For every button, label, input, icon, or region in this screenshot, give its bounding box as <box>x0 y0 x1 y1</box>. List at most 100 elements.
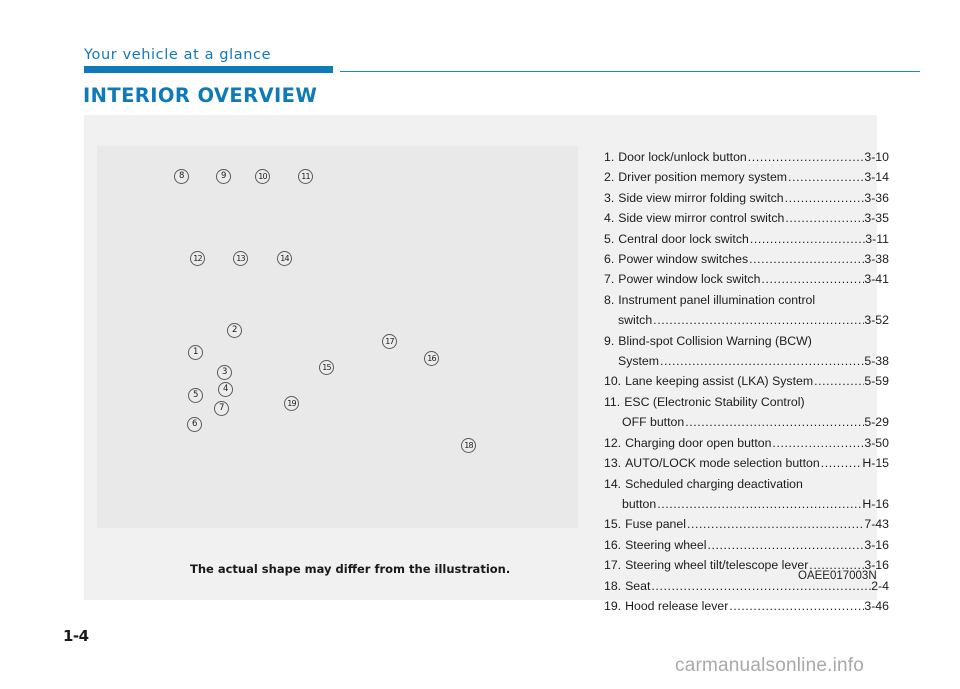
legend-item-page: 5-29 <box>864 415 889 430</box>
legend-item-number: 6. <box>604 252 615 267</box>
legend-item-11-a: 11. ESC (Electronic Stability Control) <box>604 392 889 412</box>
legend-item-page: H-15 <box>862 456 889 471</box>
legend-leader-dots: ........................................… <box>772 435 864 450</box>
legend-item-label: button <box>622 496 657 511</box>
legend-item-2: 2. Driver position memory system ........… <box>604 167 889 187</box>
legend-item-page: 3-50 <box>864 435 889 450</box>
callout-5: 5 <box>188 388 203 403</box>
legend-leader-dots: ........................................… <box>749 231 865 246</box>
header-accent-bar <box>84 66 333 73</box>
legend-leader-dots: ........................................… <box>707 537 865 552</box>
legend-item-page: 3-52 <box>864 313 889 328</box>
legend-item-page: 3-16 <box>864 537 889 552</box>
legend-item-label: Steering wheel <box>625 537 707 552</box>
legend-item-number: 15. <box>604 517 622 532</box>
legend-leader-dots: ........................................… <box>685 415 865 430</box>
legend-item-number: 5. <box>604 231 615 246</box>
callout-15: 15 <box>319 360 334 375</box>
legend-leader-dots: ........................................… <box>749 252 864 267</box>
legend-item-label: Lane keeping assist (LKA) System <box>625 374 814 389</box>
legend-leader-dots: ........................................… <box>657 496 863 511</box>
callout-2: 2 <box>227 323 242 338</box>
legend-item-label: Seat <box>625 578 651 593</box>
legend-item-label: Fuse panel <box>625 517 686 532</box>
site-watermark: carmanualsonline.info <box>675 655 865 676</box>
legend-item-14-a: 14. Scheduled charging deactivation <box>604 474 889 494</box>
callout-3: 3 <box>217 365 232 380</box>
legend-leader-dots: ........................................… <box>785 211 864 226</box>
legend-item-label: Power window switches <box>618 252 749 267</box>
legend-item-15: 15. Fuse panel ..........................… <box>604 514 889 534</box>
callout-16: 16 <box>424 351 439 366</box>
interior-illustration: 8 9 10 11 12 13 14 2 17 1 16 15 3 4 5 7 19 6 18 <box>97 146 578 528</box>
legend-item-12: 12. Charging door open button............… <box>604 433 889 453</box>
callout-19: 19 <box>284 396 299 411</box>
legend-item-label: System <box>618 354 659 369</box>
legend-item-label: Side view mirror folding switch <box>618 190 784 205</box>
legend-item-number: 19. <box>604 598 622 613</box>
legend-item-6: 6. Power window switches ................… <box>604 249 889 269</box>
legend-item-label: Hood release lever <box>625 598 729 613</box>
legend-item-14-b: button .................................… <box>604 494 889 514</box>
callout-10: 10 <box>255 169 270 184</box>
callout-1: 1 <box>188 345 203 360</box>
header-rule-line <box>340 71 920 73</box>
legend-item-page: 5-59 <box>864 374 889 389</box>
legend-item-9-b: System .................................… <box>604 351 889 371</box>
legend-item-label: Steering wheel tilt/telescope lever <box>625 558 809 573</box>
legend-item-number: 10. <box>604 374 622 389</box>
legend-leader-dots: ........................................… <box>784 190 865 205</box>
callout-18: 18 <box>461 438 476 453</box>
legend-item-label: Driver position memory system <box>618 170 788 185</box>
manual-page: Your vehicle at a glance INTERIOR OVERVI… <box>0 0 960 689</box>
legend-item-number: 11. <box>604 394 621 409</box>
legend-item-16: 16. Steering wheel ......................… <box>604 535 889 555</box>
legend-item-label: Blind-spot Collision Warning (BCW) <box>618 333 812 348</box>
legend-item-number: 16. <box>604 537 622 552</box>
legend-item-7: 7. Power window lock switch..............… <box>604 269 889 289</box>
legend-leader-dots: ........................................… <box>747 150 865 164</box>
legend-item-label: ESC (Electronic Stability Control) <box>624 394 805 409</box>
legend-item-label: Power window lock switch <box>618 272 761 287</box>
legend-item-page: 3-38 <box>864 252 889 267</box>
legend-list: 1. Door lock/unlock button ..............… <box>604 147 889 616</box>
legend-item-number: 12. <box>604 435 622 450</box>
legend-item-page: 3-14 <box>864 170 889 185</box>
legend-item-8-a: 8. Instrument panel illumination control <box>604 290 889 310</box>
legend-item-number: 13. <box>604 456 622 471</box>
legend-leader-dots: ........................................… <box>686 517 865 532</box>
legend-item-number: 8. <box>604 292 615 307</box>
callout-7: 7 <box>214 401 229 416</box>
legend-item-11-b: OFF button .............................… <box>604 412 889 432</box>
legend-item-page: 3-10 <box>864 150 889 164</box>
legend-item-9-a: 9. Blind-spot Collision Warning (BCW) <box>604 331 889 351</box>
legend-item-8-b: switch .................................… <box>604 310 889 330</box>
legend-item-number: 2. <box>604 170 615 185</box>
legend-item-19: 19. Hood release lever ..................… <box>604 596 889 616</box>
legend-item-10: 10. Lane keeping assist (LKA) System.....… <box>604 371 889 391</box>
legend-leader-dots: ........................................… <box>814 374 864 389</box>
legend-item-number: 7. <box>604 272 615 287</box>
page-number: 1-4 <box>63 627 89 645</box>
legend-item-number: 14. <box>604 476 622 491</box>
callout-11: 11 <box>298 169 313 184</box>
legend-item-page: 3-36 <box>864 190 889 205</box>
legend-item-label: Scheduled charging deactivation <box>625 476 803 491</box>
legend-item-number: 18. <box>604 578 622 593</box>
legend-leader-dots: ........................................… <box>820 456 863 471</box>
legend-leader-dots: ........................................… <box>729 598 864 613</box>
callout-8: 8 <box>174 169 189 184</box>
callout-13: 13 <box>233 251 248 266</box>
illustration-caption: The actual shape may differ from the ill… <box>190 562 511 576</box>
legend-item-page: 3-46 <box>864 598 889 613</box>
legend-item-page: 7-43 <box>864 517 889 532</box>
legend-item-label: Door lock/unlock button <box>618 150 747 164</box>
legend-item-label: AUTO/LOCK mode selection button <box>625 456 820 471</box>
legend-leader-dots: ........................................… <box>788 170 865 185</box>
legend-item-number: 1. <box>604 150 615 164</box>
legend-item-1: 1. Door lock/unlock button ..............… <box>604 147 889 167</box>
callout-9: 9 <box>216 169 231 184</box>
callout-14: 14 <box>277 251 292 266</box>
callout-4: 4 <box>218 382 233 397</box>
legend-item-number: 17. <box>604 558 622 573</box>
